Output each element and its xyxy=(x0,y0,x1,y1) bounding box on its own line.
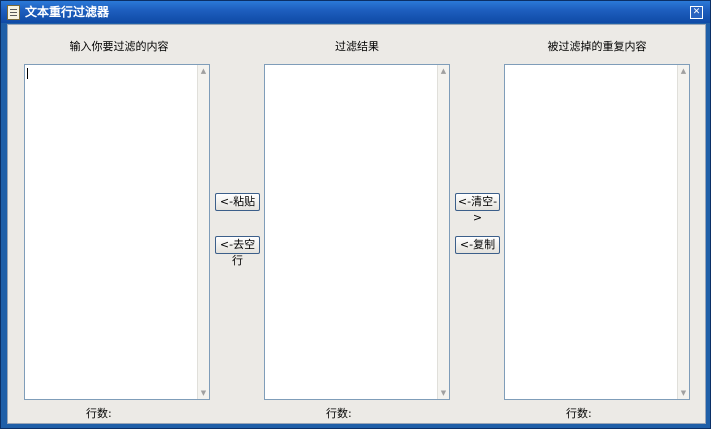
app-window: 文本重行过滤器 ✕ 输入你要过滤的内容 过滤结果 被过滤掉的重复内容 ▲ ▼ ▲… xyxy=(0,0,711,429)
remove-blank-lines-button[interactable]: <-去空行 xyxy=(215,236,260,267)
removed-textarea[interactable]: ▲ ▼ xyxy=(504,64,690,400)
scroll-up-arrow-icon[interactable]: ▲ xyxy=(198,66,209,76)
window-title: 文本重行过滤器 xyxy=(25,5,110,19)
paste-button[interactable]: <-粘贴 xyxy=(215,193,260,211)
title-bar[interactable]: 文本重行过滤器 ✕ xyxy=(1,1,710,23)
scroll-down-arrow-icon[interactable]: ▼ xyxy=(438,388,449,398)
clear-button[interactable]: <-清空-> xyxy=(455,193,500,224)
text-caret xyxy=(27,68,28,79)
input-row-count-label: 行数: xyxy=(86,407,112,420)
removed-scrollbar[interactable]: ▲ ▼ xyxy=(677,65,689,399)
close-icon[interactable]: ✕ xyxy=(690,6,703,19)
removed-row-count-label: 行数: xyxy=(566,407,592,420)
result-textarea[interactable]: ▲ ▼ xyxy=(264,64,450,400)
scroll-down-arrow-icon[interactable]: ▼ xyxy=(678,388,689,398)
app-icon xyxy=(7,5,20,20)
result-scrollbar[interactable]: ▲ ▼ xyxy=(437,65,449,399)
result-column-label: 过滤结果 xyxy=(335,40,379,53)
scroll-down-arrow-icon[interactable]: ▼ xyxy=(198,388,209,398)
scroll-up-arrow-icon[interactable]: ▲ xyxy=(438,66,449,76)
copy-button[interactable]: <-复制 xyxy=(455,236,500,254)
input-scrollbar[interactable]: ▲ ▼ xyxy=(197,65,209,399)
input-column-label: 输入你要过滤的内容 xyxy=(69,40,169,53)
scroll-up-arrow-icon[interactable]: ▲ xyxy=(678,66,689,76)
removed-column-label: 被过滤掉的重复内容 xyxy=(547,40,647,53)
result-row-count-label: 行数: xyxy=(326,407,352,420)
client-area: 输入你要过滤的内容 过滤结果 被过滤掉的重复内容 ▲ ▼ ▲ ▼ ▲ ▼ <-粘… xyxy=(7,24,706,424)
input-textarea[interactable]: ▲ ▼ xyxy=(24,64,210,400)
